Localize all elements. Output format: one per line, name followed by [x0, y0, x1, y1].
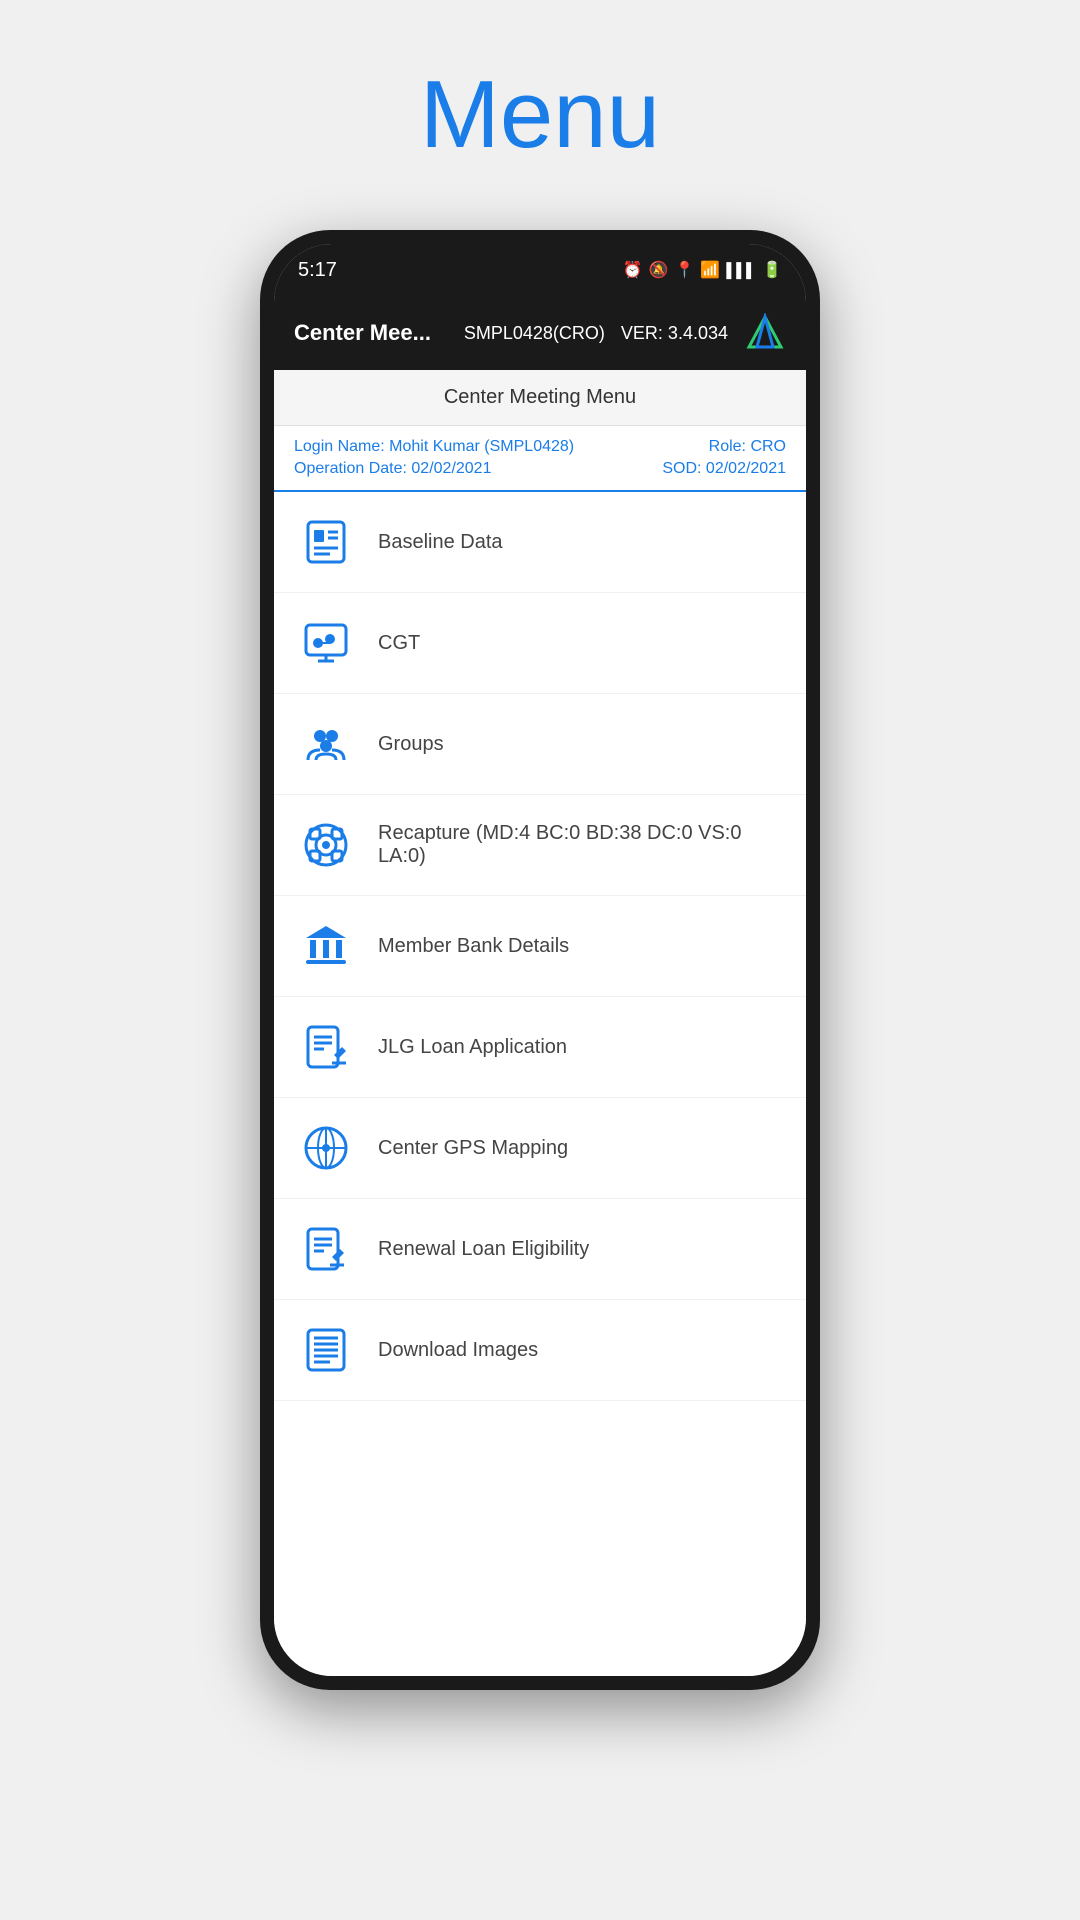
alarm-icon: ⏰ — [623, 260, 643, 280]
operation-date-label: Operation Date: 02/02/2021 — [294, 460, 574, 478]
status-time: 5:17 — [298, 259, 337, 282]
login-name-label: Login Name: Mohit Kumar (SMPL0428) — [294, 438, 574, 456]
menu-item-renewal-loan-eligibility[interactable]: Renewal Loan Eligibility — [274, 1199, 806, 1300]
battery-icon: 🔋 — [762, 260, 782, 280]
app-logo — [744, 312, 786, 354]
mute-icon: 🔕 — [649, 260, 669, 280]
status-icons: ⏰ 🔕 📍 📶 ▌▌▌ 🔋 — [623, 260, 782, 280]
user-info-bar: Login Name: Mohit Kumar (SMPL0428) Opera… — [274, 426, 806, 492]
phone-frame: 5:17 ⏰ 🔕 📍 📶 ▌▌▌ 🔋 Center Mee... SMPL042… — [260, 230, 820, 1690]
menu-item-center-gps-mapping[interactable]: Center GPS Mapping — [274, 1098, 806, 1199]
menu-item-member-bank-details[interactable]: Member Bank Details — [274, 896, 806, 997]
app-header: Center Mee... SMPL0428(CRO) VER: 3.4.034 — [274, 296, 806, 370]
sod-label: SOD: 02/02/2021 — [662, 460, 786, 478]
baseline-data-icon — [298, 514, 354, 570]
menu-item-cgt[interactable]: CGT — [274, 593, 806, 694]
jlg-loan-application-label: JLG Loan Application — [378, 1036, 567, 1059]
app-header-title: Center Mee... — [294, 320, 448, 346]
center-gps-mapping-label: Center GPS Mapping — [378, 1137, 568, 1160]
loan-app-icon — [298, 1019, 354, 1075]
menu-title-text: Center Meeting Menu — [444, 386, 636, 409]
recapture-label: Recapture (MD:4 BC:0 BD:38 DC:0 VS:0 LA:… — [378, 822, 782, 868]
signal-icon: ▌▌▌ — [726, 262, 756, 278]
status-bar: 5:17 ⏰ 🔕 📍 📶 ▌▌▌ 🔋 — [274, 244, 806, 296]
member-bank-details-label: Member Bank Details — [378, 935, 569, 958]
gps-icon — [298, 1120, 354, 1176]
menu-item-download-images[interactable]: Download Images — [274, 1300, 806, 1401]
cgt-label: CGT — [378, 632, 420, 655]
menu-item-jlg-loan-application[interactable]: JLG Loan Application — [274, 997, 806, 1098]
renewal-loan-eligibility-label: Renewal Loan Eligibility — [378, 1238, 589, 1261]
location-icon: 📍 — [674, 260, 694, 280]
menu-title-bar: Center Meeting Menu — [274, 370, 806, 426]
baseline-data-label: Baseline Data — [378, 531, 503, 554]
menu-item-recapture[interactable]: Recapture (MD:4 BC:0 BD:38 DC:0 VS:0 LA:… — [274, 795, 806, 896]
recapture-icon — [298, 817, 354, 873]
menu-item-baseline-data[interactable]: Baseline Data — [274, 492, 806, 593]
app-header-version: VER: 3.4.034 — [621, 323, 728, 344]
wifi-icon: 📶 — [700, 260, 720, 280]
menu-item-groups[interactable]: Groups — [274, 694, 806, 795]
user-info-left: Login Name: Mohit Kumar (SMPL0428) Opera… — [294, 438, 574, 478]
menu-list: Baseline Data CGT — [274, 492, 806, 1676]
groups-icon — [298, 716, 354, 772]
page-title: Menu — [420, 60, 660, 170]
bank-icon — [298, 918, 354, 974]
groups-label: Groups — [378, 733, 444, 756]
download-icon — [298, 1322, 354, 1378]
renewal-icon — [298, 1221, 354, 1277]
phone-screen: 5:17 ⏰ 🔕 📍 📶 ▌▌▌ 🔋 Center Mee... SMPL042… — [274, 244, 806, 1676]
user-info-right: Role: CRO SOD: 02/02/2021 — [662, 438, 786, 478]
app-header-user: SMPL0428(CRO) — [464, 323, 605, 344]
cgt-icon — [298, 615, 354, 671]
role-label: Role: CRO — [709, 438, 786, 456]
download-images-label: Download Images — [378, 1339, 538, 1362]
